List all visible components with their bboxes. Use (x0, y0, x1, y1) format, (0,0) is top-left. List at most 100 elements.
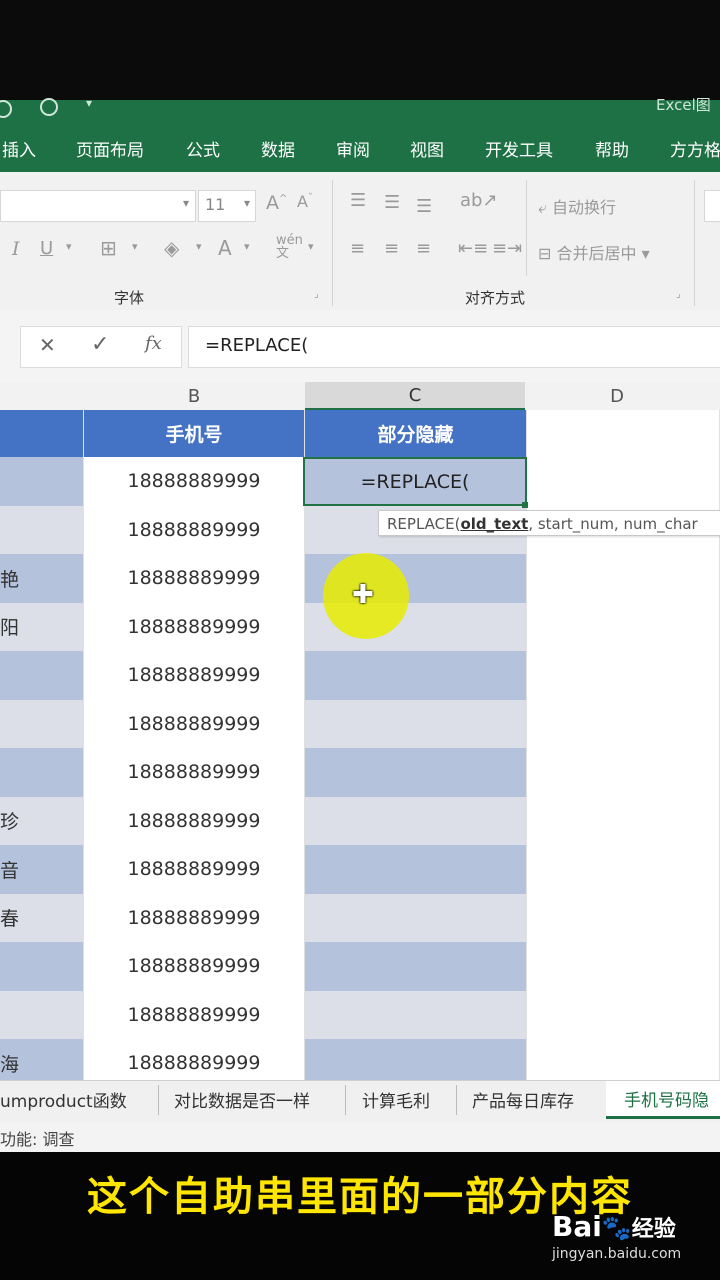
cell-d[interactable] (527, 651, 720, 700)
align-right-icon[interactable]: ≡ (416, 238, 431, 259)
wrap-text-button[interactable]: ⤶ 自动换行 (538, 194, 616, 218)
sheet-tab-margin[interactable]: 计算毛利 (362, 1087, 430, 1112)
fill-handle[interactable] (522, 502, 528, 508)
tab-insert[interactable]: 插入 (2, 136, 36, 161)
align-center-icon[interactable]: ≡ (384, 238, 399, 259)
cell-d[interactable] (527, 845, 720, 894)
cell-d[interactable] (527, 554, 720, 603)
border-icon[interactable]: ⊞ (100, 236, 117, 260)
phone-cell[interactable]: 18888889999 (84, 651, 305, 700)
cancel-icon[interactable]: ✕ (39, 333, 56, 357)
phone-cell[interactable]: 18888889999 (84, 796, 305, 845)
column-header-c[interactable]: C (305, 382, 525, 410)
name-cell[interactable] (0, 942, 84, 991)
name-cell[interactable]: 海 (0, 1039, 84, 1080)
number-format-box[interactable] (704, 190, 720, 222)
hidden-cell[interactable] (305, 748, 527, 797)
tab-help[interactable]: 帮助 (595, 136, 629, 161)
formula-input[interactable]: =REPLACE( (188, 326, 720, 368)
cell-d[interactable] (527, 748, 720, 797)
phone-cell[interactable]: 18888889999 (84, 845, 305, 894)
redo-icon[interactable] (40, 98, 58, 116)
hidden-cell[interactable] (305, 942, 527, 991)
hidden-cell[interactable] (305, 699, 527, 748)
cell-d[interactable] (527, 942, 720, 991)
cell-d[interactable] (527, 990, 720, 1039)
grow-font-icon[interactable]: A^ (266, 192, 287, 214)
qat-dropdown-icon[interactable]: ▾ (86, 96, 92, 110)
dialog-launcher-icon[interactable]: ⌟ (314, 289, 319, 300)
phone-cell[interactable]: 18888889999 (84, 942, 305, 991)
tab-developer[interactable]: 开发工具 (485, 136, 553, 161)
phone-cell[interactable]: 18888889999 (84, 505, 305, 554)
decrease-indent-icon[interactable]: ⇤≡ (458, 238, 488, 259)
header-cell-hidden[interactable]: 部分隐藏 (305, 410, 527, 457)
hidden-cell[interactable] (305, 845, 527, 894)
tab-formulas[interactable]: 公式 (186, 136, 220, 161)
name-cell[interactable] (0, 457, 84, 506)
cell-d[interactable] (527, 893, 720, 942)
confirm-icon[interactable]: ✓ (91, 332, 109, 357)
accessibility-status[interactable]: 功能: 调查 (0, 1126, 74, 1150)
font-color-icon[interactable]: A (218, 236, 232, 260)
fill-color-icon[interactable]: ◈ (164, 236, 179, 260)
chevron-down-icon[interactable]: ▾ (196, 240, 202, 253)
phone-cell[interactable]: 18888889999 (84, 748, 305, 797)
cell-d[interactable] (527, 457, 720, 506)
dialog-launcher-icon[interactable]: ⌟ (676, 289, 681, 300)
sheet-tab-sumproduct[interactable]: umproduct函数 (0, 1087, 127, 1112)
increase-indent-icon[interactable]: ≡⇥ (492, 238, 522, 259)
name-cell[interactable] (0, 505, 84, 554)
phone-cell[interactable]: 18888889999 (84, 893, 305, 942)
phone-cell[interactable]: 18888889999 (84, 554, 305, 603)
name-cell[interactable]: 珍 (0, 796, 84, 845)
phone-cell[interactable]: 18888889999 (84, 990, 305, 1039)
header-cell-a[interactable] (0, 410, 84, 457)
sheet-tab-inventory[interactable]: 产品每日库存 (472, 1087, 574, 1112)
orientation-icon[interactable]: ab↗ (460, 190, 498, 211)
hidden-cell[interactable] (305, 796, 527, 845)
merge-center-button[interactable]: ⊟ 合并后居中 ▾ (538, 240, 650, 264)
cell-d[interactable] (527, 699, 720, 748)
name-cell[interactable] (0, 651, 84, 700)
chevron-down-icon[interactable]: ▾ (244, 240, 250, 253)
function-tooltip[interactable]: REPLACE(old_text, start_num, num_char (378, 510, 720, 536)
name-cell[interactable]: 音 (0, 845, 84, 894)
column-header-d[interactable]: D (527, 386, 707, 407)
hidden-cell[interactable] (305, 1039, 527, 1080)
underline-icon[interactable]: U (40, 238, 53, 259)
active-cell[interactable]: =REPLACE( (303, 457, 527, 506)
font-size-box[interactable]: 11 ▾ (198, 190, 256, 222)
phone-cell[interactable]: 18888889999 (84, 1039, 305, 1080)
align-bottom-icon[interactable]: ☰ (416, 196, 432, 217)
phone-cell[interactable]: 18888889999 (84, 457, 305, 506)
tab-review[interactable]: 审阅 (336, 136, 370, 161)
name-cell[interactable] (0, 699, 84, 748)
name-cell[interactable] (0, 990, 84, 1039)
align-middle-icon[interactable]: ☰ (384, 192, 400, 213)
font-name-box[interactable]: ▾ (0, 190, 196, 222)
tab-data[interactable]: 数据 (261, 136, 295, 161)
chevron-down-icon[interactable]: ▾ (308, 240, 314, 253)
tab-view[interactable]: 视图 (410, 136, 444, 161)
tab-fangfang[interactable]: 方方格 (670, 136, 720, 161)
name-cell[interactable]: 阳 (0, 602, 84, 651)
align-top-icon[interactable]: ☰ (350, 190, 366, 211)
undo-icon[interactable] (0, 100, 12, 118)
cell-d[interactable] (527, 602, 720, 651)
hidden-cell[interactable] (305, 651, 527, 700)
column-header-b[interactable]: B (84, 386, 304, 407)
insert-function-icon[interactable]: fx (145, 333, 162, 354)
name-cell[interactable] (0, 748, 84, 797)
sheet-tab-compare[interactable]: 对比数据是否一样 (174, 1087, 310, 1112)
chevron-down-icon[interactable]: ▾ (132, 240, 138, 253)
phonetic-icon[interactable]: wén 文 (276, 234, 303, 260)
cell-d[interactable] (527, 410, 720, 457)
header-cell-phone[interactable]: 手机号 (84, 410, 305, 457)
shrink-font-icon[interactable]: Aˇ (297, 192, 313, 211)
name-cell[interactable]: 艳 (0, 554, 84, 603)
hidden-cell[interactable] (305, 990, 527, 1039)
cell-d[interactable] (527, 1039, 720, 1080)
phone-cell[interactable]: 18888889999 (84, 602, 305, 651)
italic-icon[interactable]: I (12, 238, 20, 260)
